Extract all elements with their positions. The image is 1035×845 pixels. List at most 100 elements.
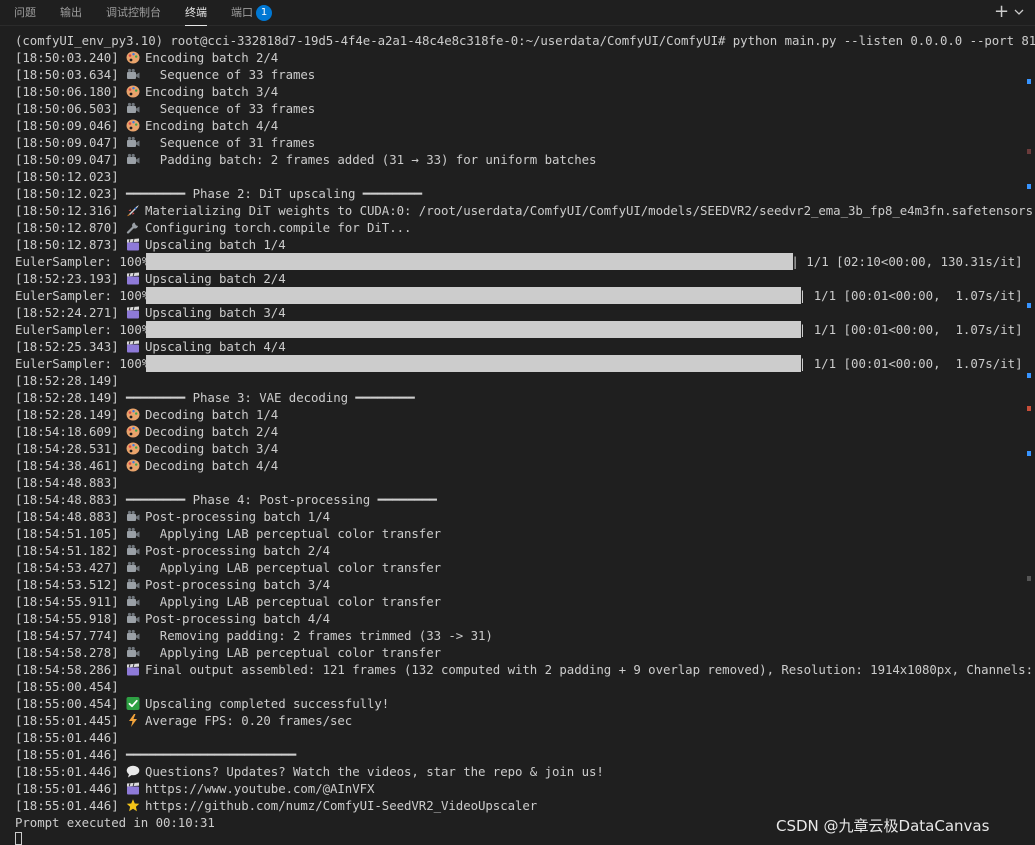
log-message: Final output assembled: 121 frames (132 … [145,662,1035,677]
timestamp: [18:55:01.446] [15,764,126,779]
tab-debug-console[interactable]: 调试控制台 [106,0,161,26]
terminal-line: [18:52:23.193] Upscaling batch 2/4 [15,270,286,287]
timestamp: [18:55:00.454] [15,696,126,711]
clapper-icon [126,306,140,319]
terminal-line: [18:52:24.271] Upscaling batch 3/4 [15,304,286,321]
terminal-output[interactable]: (comfyUI_env_py3.10) root@cci-332818d7-1… [0,31,1035,845]
panel-tab-bar: 问题 输出 调试控制台 终端 端口 1 + [0,0,1035,26]
prompt-executed-line: Prompt executed in 00:10:31 [15,815,215,830]
terminal-line: [18:54:38.461] Decoding batch 4/4 [15,457,278,474]
terminal-prompt-line: (comfyUI_env_py3.10) root@cci-332818d7-1… [15,33,1035,48]
palette-icon [126,51,140,64]
timestamp: [18:54:58.278] [15,645,126,660]
terminal-line: [18:50:06.180] Encoding batch 3/4 [15,83,278,100]
log-message: Post-processing batch 2/4 [145,543,330,558]
tab-problems[interactable]: 问题 [14,0,36,26]
log-message: Upscaling batch 1/4 [145,237,286,252]
video-camera-icon [126,595,140,608]
progress-suffix: | 1/1 [00:01<00:00, 1.07s/it] [798,322,1023,337]
terminal-line: [18:55:01.446] https://www.youtube.com/@… [15,780,374,797]
log-message: Upscaling batch 3/4 [145,305,286,320]
scroll-mark [1027,79,1031,84]
progress-prefix: EulerSampler: 100%| [15,356,157,371]
progress-suffix: | 1/1 [00:01<00:00, 1.07s/it] [798,356,1023,371]
clapper-icon [126,663,140,676]
log-message: Sequence of 33 frames [145,67,316,82]
timestamp: [18:50:12.873] [15,237,126,252]
terminal-line: [18:52:28.149] [15,372,126,389]
terminal-line: [18:54:55.911] Applying LAB perceptual c… [15,593,441,610]
new-terminal-button[interactable]: + [994,2,1010,22]
log-message: Encoding batch 2/4 [145,50,279,65]
terminal-line: [18:50:03.240] Encoding batch 2/4 [15,49,278,66]
log-message: https://www.youtube.com/@AInVFX [145,781,375,796]
timestamp: [18:55:01.446] [15,730,126,745]
terminal-line: [18:50:12.023] [15,168,126,185]
wrench-icon [126,221,140,234]
log-message: ━━━━━━━━ Phase 2: DiT upscaling ━━━━━━━━ [126,186,422,201]
timestamp: [18:50:06.503] [15,101,126,116]
video-camera-icon [126,646,140,659]
terminal-line: [18:55:00.454] Upscaling completed succe… [15,695,389,712]
scrollbar-overview-ruler[interactable] [1024,31,1035,811]
terminal-line: [18:55:01.446] https://github.com/numz/C… [15,797,537,814]
timestamp: [18:54:55.911] [15,594,126,609]
terminal-line: [18:54:48.883] [15,474,126,491]
tab-ports-label: 端口 [231,6,253,19]
log-message: Average FPS: 0.20 frames/sec [145,713,353,728]
log-message: Removing padding: 2 frames trimmed (33 -… [145,628,493,643]
log-message: Materializing DiT weights to CUDA:0: /ro… [145,203,1033,218]
timestamp: [18:52:28.149] [15,390,126,405]
terminal-line: [18:54:28.531] Decoding batch 3/4 [15,440,278,457]
timestamp: [18:54:38.461] [15,458,126,473]
terminal-line: [18:50:12.023] ━━━━━━━━ Phase 2: DiT ups… [15,185,422,202]
timestamp: [18:54:53.427] [15,560,126,575]
timestamp: [18:54:58.286] [15,662,126,677]
terminal-line: [18:50:12.316] Materializing DiT weights… [15,202,1033,219]
timestamp: [18:52:28.149] [15,373,126,388]
terminal-line: [18:52:28.149] Decoding batch 1/4 [15,406,278,423]
timestamp: [18:54:51.105] [15,526,126,541]
terminal-line: [18:52:25.343] Upscaling batch 4/4 [15,338,286,355]
chevron-down-icon[interactable] [1013,5,1025,19]
timestamp: [18:50:03.634] [15,67,126,82]
terminal-line: [18:55:01.445] Average FPS: 0.20 frames/… [15,712,352,729]
terminal-cursor [15,832,22,845]
log-message: Post-processing batch 3/4 [145,577,330,592]
terminal-line: [18:54:58.278] Applying LAB perceptual c… [15,644,441,661]
timestamp: [18:54:48.883] [15,475,126,490]
timestamp: [18:54:51.182] [15,543,126,558]
terminal-line: [18:54:58.286] Final output assembled: 1… [15,661,1035,678]
timestamp: [18:50:09.047] [15,135,126,150]
log-message: https://github.com/numz/ComfyUI-SeedVR2_… [145,798,538,813]
timestamp: [18:54:55.918] [15,611,126,626]
terminal-line: [18:50:09.046] Encoding batch 4/4 [15,117,278,134]
timestamp: [18:50:12.023] [15,186,126,201]
timestamp: [18:54:28.531] [15,441,126,456]
ports-count-badge: 1 [256,5,272,21]
tab-ports[interactable]: 端口 1 [231,0,272,26]
timestamp: [18:50:12.870] [15,220,126,235]
timestamp: [18:52:28.149] [15,407,126,422]
timestamp: [18:50:03.240] [15,50,126,65]
terminal-line: [18:55:01.446] Questions? Updates? Watch… [15,763,604,780]
terminal-line: [18:54:18.609] Decoding batch 2/4 [15,423,278,440]
video-camera-icon [126,102,140,115]
watermark-text: CSDN @九章云极DataCanvas [776,817,990,835]
speech-bubble-icon [126,765,140,778]
terminal-line: [18:50:09.047] Sequence of 31 frames [15,134,315,151]
terminal-line: [18:54:51.105] Applying LAB perceptual c… [15,525,441,542]
clapper-icon [126,340,140,353]
scroll-mark [1027,149,1031,154]
timestamp: [18:54:48.883] [15,509,126,524]
tab-terminal[interactable]: 终端 [185,0,207,26]
log-message: Upscaling completed successfully! [145,696,390,711]
video-camera-icon [126,136,140,149]
terminal-line: [18:54:48.883] Post-processing batch 1/4 [15,508,330,525]
terminal-line: [18:50:06.503] Sequence of 33 frames [15,100,315,117]
tab-output[interactable]: 输出 [60,0,82,26]
check-mark-icon [126,697,140,710]
scroll-mark [1027,303,1031,308]
timestamp: [18:50:09.046] [15,118,126,133]
log-message: Decoding batch 4/4 [145,458,279,473]
